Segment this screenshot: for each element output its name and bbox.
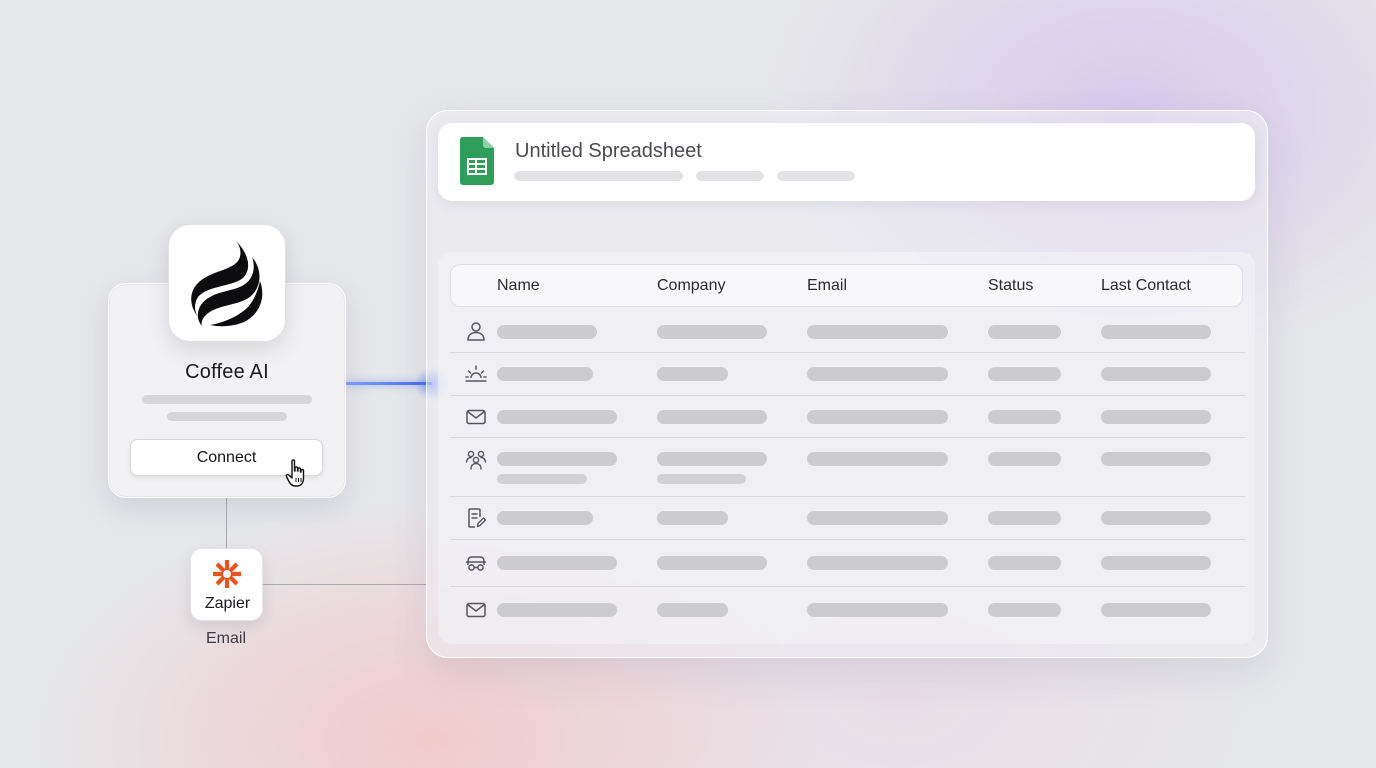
column-header-status[interactable]: Status [988, 277, 1033, 295]
car-icon [465, 556, 487, 571]
row-divider [450, 395, 1245, 396]
google-sheets-icon [460, 137, 494, 185]
row-divider [450, 437, 1245, 438]
cell-placeholder [1101, 452, 1211, 466]
email-label: Email [205, 630, 246, 647]
cell-placeholder [497, 325, 597, 339]
description-placeholder [142, 395, 312, 404]
cell-placeholder [807, 367, 948, 381]
cell-placeholder [1101, 410, 1211, 424]
column-header-email[interactable]: Email [807, 277, 847, 295]
row-divider [450, 539, 1245, 540]
zapier-label: Zapier [204, 595, 251, 612]
person-icon [467, 322, 485, 341]
cell-placeholder [807, 556, 948, 570]
cell-placeholder [657, 511, 728, 525]
row-divider [450, 496, 1245, 497]
cell-placeholder [497, 556, 617, 570]
description-placeholder [167, 412, 287, 421]
mail-icon [466, 409, 486, 425]
cell-placeholder [497, 367, 593, 381]
connector-line-horizontal [263, 584, 427, 585]
cell-placeholder [1101, 367, 1211, 381]
hand-pointer-cursor-icon [285, 459, 305, 487]
cell-placeholder [988, 556, 1061, 570]
spreadsheet-title[interactable]: Untitled Spreadsheet [515, 140, 702, 163]
cell-placeholder [657, 452, 767, 466]
cell-placeholder [497, 603, 617, 617]
cell-placeholder [988, 603, 1061, 617]
cell-placeholder [657, 556, 767, 570]
cell-placeholder [657, 325, 767, 339]
cell-placeholder [1101, 603, 1211, 617]
cell-placeholder [807, 511, 948, 525]
cell-placeholder [988, 410, 1061, 424]
cell-placeholder [988, 367, 1061, 381]
cell-placeholder [1101, 325, 1211, 339]
cell-placeholder [497, 452, 617, 466]
row-divider [450, 586, 1245, 587]
cell-placeholder [807, 603, 948, 617]
cell-placeholder [807, 410, 948, 424]
header-placeholder [696, 171, 764, 181]
group-icon [465, 450, 487, 470]
header-placeholder [777, 171, 855, 181]
cell-placeholder [497, 474, 587, 484]
zapier-integration[interactable]: Zapier [190, 548, 263, 621]
cell-placeholder [807, 452, 948, 466]
row-divider [450, 352, 1245, 353]
spreadsheet-header: Untitled Spreadsheet [438, 123, 1255, 201]
cell-placeholder [1101, 511, 1211, 525]
cell-placeholder [657, 410, 767, 424]
header-placeholder [514, 171, 683, 181]
cell-placeholder [657, 474, 746, 484]
column-header-company[interactable]: Company [657, 277, 725, 295]
cell-placeholder [657, 603, 728, 617]
zapier-asterisk-icon [213, 560, 241, 588]
cell-placeholder [657, 367, 728, 381]
cell-placeholder [988, 452, 1061, 466]
note-edit-icon [468, 508, 487, 528]
column-header-name[interactable]: Name [497, 277, 540, 295]
coffee-ai-logo-icon [168, 224, 286, 342]
coffee-ai-title: Coffee AI [185, 361, 269, 383]
cell-placeholder [1101, 556, 1211, 570]
connector-line-vertical [226, 498, 227, 548]
table-header-row: Name Company Email Status Last Contact [450, 264, 1243, 307]
column-header-last-contact[interactable]: Last Contact [1101, 277, 1191, 295]
mail-icon [466, 602, 486, 618]
cell-placeholder [497, 410, 617, 424]
sunrise-icon [465, 365, 487, 382]
cell-placeholder [497, 511, 593, 525]
cell-placeholder [988, 325, 1061, 339]
cell-placeholder [807, 325, 948, 339]
cell-placeholder [988, 511, 1061, 525]
